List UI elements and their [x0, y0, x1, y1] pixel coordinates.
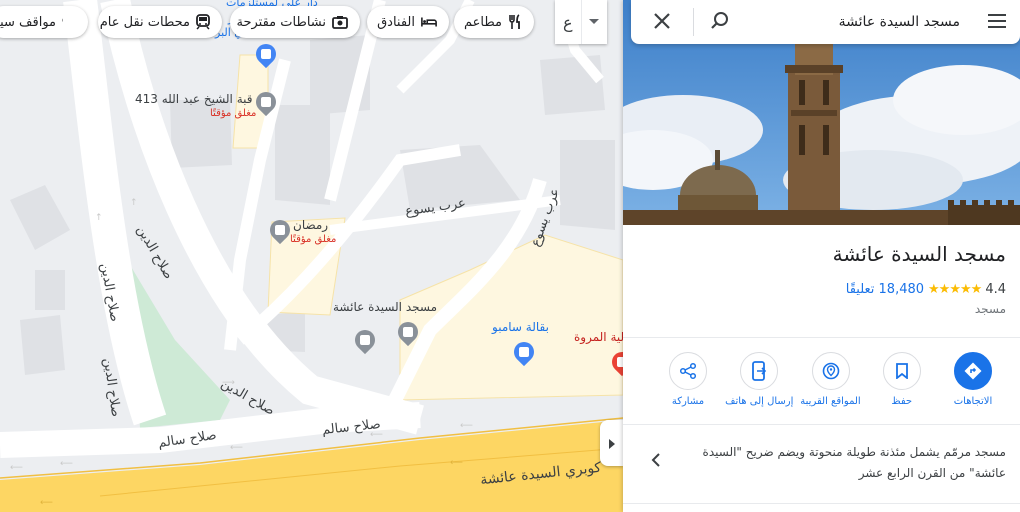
map-canvas[interactable]: ⟵ ⟵ ⟵ ⟵ ⟵ ⟵ ⟵ ↑ ↑ ⟶ عرب يسوع عرب يسوع صل… — [0, 0, 623, 512]
send-to-phone-icon — [740, 352, 779, 390]
svg-text:⟵: ⟵ — [460, 421, 473, 431]
star-rating-icon: ★★★★★ — [928, 282, 982, 297]
transit-icon — [196, 14, 210, 30]
nearby-icon — [811, 352, 850, 390]
search-icon[interactable] — [709, 10, 731, 36]
svg-text:↑: ↑ — [130, 198, 138, 208]
poi-sambo-label[interactable]: بقالة سامبو — [492, 320, 549, 334]
rating-row: 4.4 ★★★★★ 18,480 تعليقًا — [846, 282, 1006, 297]
search-divider — [693, 8, 694, 36]
menu-icon[interactable] — [988, 13, 1006, 32]
poi-mosque-label[interactable]: مسجد السيدة عائشة — [333, 300, 437, 314]
search-input[interactable]: مسجد السيدة عائشة — [839, 14, 960, 30]
rating-value: 4.4 — [985, 282, 1006, 297]
svg-text:⟵: ⟵ — [10, 463, 23, 473]
save-button[interactable]: حفظ — [867, 352, 937, 407]
caret-right-icon — [608, 434, 615, 453]
action-row: الاتجاهات حفظ المواقع القريبة إرسال إلى … — [653, 352, 1008, 407]
svg-text:⟵: ⟵ — [450, 458, 463, 468]
poi-dome-status: مغلق مؤقتًا — [210, 108, 257, 119]
map-language-toggle[interactable]: ع — [555, 0, 607, 44]
share-button[interactable]: مشاركة — [653, 352, 723, 407]
reviews-link[interactable]: 18,480 تعليقًا — [846, 282, 924, 297]
map-base: ⟵ ⟵ ⟵ ⟵ ⟵ ⟵ ⟵ ↑ ↑ ⟶ — [0, 0, 623, 512]
parking-icon: P — [62, 14, 76, 30]
poi-ramadan-status: مغلق مؤقتًا — [290, 234, 337, 245]
divider — [623, 337, 1020, 338]
hotel-icon — [421, 14, 437, 30]
place-description[interactable]: مسجد مرمّم يشمل مئذنة طويلة منحوتة ويضم … — [686, 442, 1006, 484]
directions-button[interactable]: الاتجاهات — [938, 352, 1008, 407]
poi-ramadan-label[interactable]: رمضان — [293, 218, 328, 232]
place-title: مسجد السيدة عائشة — [832, 242, 1006, 266]
svg-text:⟵: ⟵ — [60, 459, 73, 469]
place-category[interactable]: مسجد — [975, 302, 1006, 316]
bookmark-icon — [882, 352, 921, 390]
nearby-button[interactable]: المواقع القريبة — [796, 352, 866, 407]
chip-transit[interactable]: محطات نقل عام — [98, 6, 222, 38]
place-panel: مسجد السيدة عائشة مسجد السيدة عائشة 4.4 … — [623, 0, 1020, 512]
collapse-panel-button[interactable] — [600, 420, 623, 466]
restaurant-icon — [508, 14, 522, 30]
chip-things-to-do[interactable]: نشاطات مقترحة — [230, 6, 360, 38]
directions-icon — [954, 352, 992, 390]
send-to-phone-button[interactable]: إرسال إلى هاتف — [724, 352, 794, 407]
chevron-left-icon[interactable] — [651, 452, 661, 471]
divider-2 — [623, 424, 1020, 425]
poi-dome-label[interactable]: قبة الشيخ عبد الله 413 — [135, 92, 253, 106]
chevron-down-icon[interactable] — [582, 0, 608, 44]
close-icon[interactable] — [651, 10, 673, 36]
svg-text:↑: ↑ — [95, 213, 103, 223]
language-label: ع — [555, 0, 582, 44]
poi-marwa-label[interactable]: لية المروة — [574, 330, 623, 344]
chip-parking[interactable]: P مواقف سيا — [0, 6, 88, 38]
camera-icon — [332, 14, 348, 30]
search-box[interactable]: مسجد السيدة عائشة — [631, 0, 1020, 44]
share-icon — [669, 352, 707, 390]
svg-text:⟵: ⟵ — [230, 443, 243, 453]
divider-3 — [623, 503, 1020, 504]
chip-restaurants[interactable]: مطاعم — [454, 6, 534, 38]
svg-text:⟵: ⟵ — [40, 498, 53, 508]
svg-text:P: P — [62, 16, 63, 29]
chip-hotels[interactable]: الفنادق — [367, 6, 449, 38]
